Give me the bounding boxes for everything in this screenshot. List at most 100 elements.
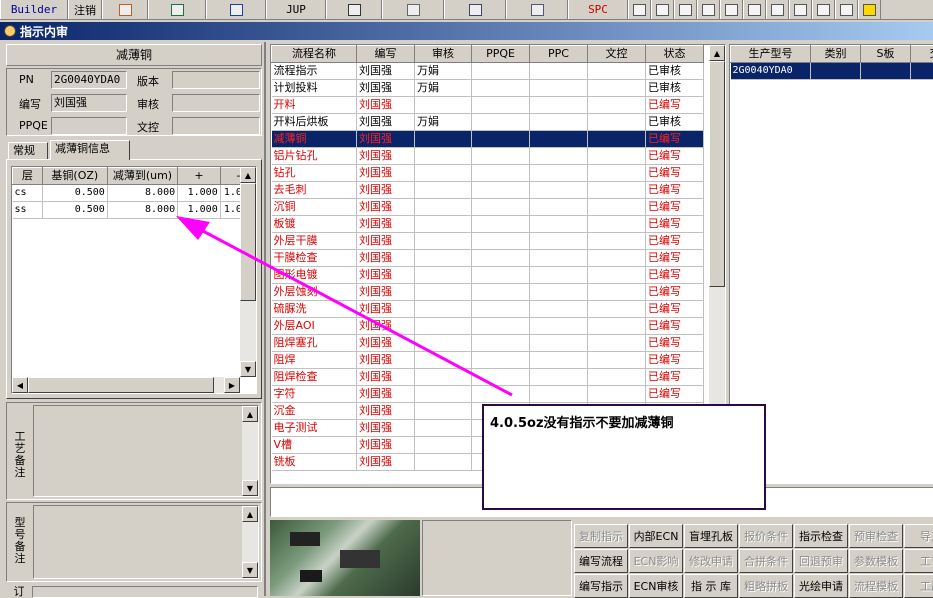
thin-col-header[interactable]: 基铜(OZ) — [42, 168, 107, 185]
flow-cell-review[interactable] — [415, 131, 472, 148]
flow-cell-ppqe[interactable] — [472, 301, 530, 318]
table-row[interactable]: 钻孔刘国强已编写 — [272, 165, 704, 182]
flow-cell-status[interactable]: 已编写 — [646, 182, 704, 199]
flow-cell-ppc[interactable] — [530, 63, 588, 80]
thin-grid-hscroll[interactable]: ◀ ▶ — [12, 377, 240, 393]
flow-cell-author[interactable]: 刘国强 — [357, 267, 415, 284]
flow-cell-name[interactable]: 计划投料 — [272, 80, 357, 97]
table-cell[interactable]: 8.000 — [107, 202, 177, 219]
flow-cell-status[interactable]: 已编写 — [646, 352, 704, 369]
cut-icon[interactable] — [697, 0, 720, 19]
action-button[interactable]: 回退预审 — [794, 549, 848, 573]
toolbar-button-6[interactable] — [326, 0, 382, 19]
control-field[interactable] — [172, 117, 260, 135]
ie-icon[interactable] — [651, 0, 674, 19]
scroll-up-icon[interactable]: ▲ — [242, 506, 258, 522]
table-row[interactable]: 外层AOI刘国强已编写 — [272, 318, 704, 335]
action-button[interactable]: 预审检查 — [849, 524, 903, 548]
flow-cell-control[interactable] — [588, 233, 646, 250]
scroll-down-icon[interactable]: ▼ — [242, 480, 258, 496]
model-col-header[interactable]: S板 — [861, 46, 911, 63]
flow-cell-review[interactable] — [415, 437, 472, 454]
action-button[interactable]: 粗略拼板 — [739, 574, 793, 598]
table-cell[interactable]: 8.000 — [107, 185, 177, 202]
action-button[interactable]: 内部ECN — [629, 524, 683, 548]
flow-cell-status[interactable]: 已编写 — [646, 386, 704, 403]
toolbar-button-1[interactable]: 注销 — [68, 0, 102, 19]
flow-col-header[interactable]: 审核 — [415, 46, 472, 63]
flow-cell-status[interactable]: 已审核 — [646, 80, 704, 97]
scroll-left-icon[interactable]: ◀ — [12, 377, 28, 393]
action-button[interactable]: ECN影响 — [629, 549, 683, 573]
flow-cell-ppqe[interactable] — [472, 131, 530, 148]
flow-cell-name[interactable]: 硫脲洗 — [272, 301, 357, 318]
flow-cell-review[interactable] — [415, 250, 472, 267]
toolbar-button-2[interactable] — [102, 0, 148, 19]
action-button[interactable]: 合拼条件 — [739, 549, 793, 573]
action-button[interactable]: 指示检查 — [794, 524, 848, 548]
flow-cell-ppc[interactable] — [530, 80, 588, 97]
action-button[interactable]: 报价条件 — [739, 524, 793, 548]
table-cell[interactable]: ss — [13, 202, 43, 219]
table-row[interactable]: 计划投料刘国强万娟已审核 — [272, 80, 704, 97]
flow-col-header[interactable]: PPQE — [472, 46, 530, 63]
tab-general[interactable]: 常规 — [8, 142, 48, 160]
table-row[interactable]: 铝片钻孔刘国强已编写 — [272, 148, 704, 165]
action-button[interactable]: 复制指示 — [574, 524, 628, 548]
flow-cell-author[interactable]: 刘国强 — [357, 250, 415, 267]
flow-cell-review[interactable] — [415, 233, 472, 250]
table-row[interactable]: 开料后烘板刘国强万娟已审核 — [272, 114, 704, 131]
flow-cell-ppqe[interactable] — [472, 369, 530, 386]
flow-cell-ppqe[interactable] — [472, 114, 530, 131]
model-note-scroll[interactable]: ▲ ▼ — [242, 506, 258, 578]
flow-cell-control[interactable] — [588, 284, 646, 301]
toolbar-button-3[interactable] — [148, 0, 206, 19]
flow-cell-control[interactable] — [588, 216, 646, 233]
toolbar-button-7[interactable] — [382, 0, 444, 19]
flow-cell-name[interactable]: 铝片钻孔 — [272, 148, 357, 165]
table-row[interactable]: cs0.5008.0001.0001.000 — [13, 185, 257, 202]
pn-field[interactable]: 2G0040YDA0 — [51, 71, 127, 89]
table-row[interactable]: 字符刘国强已编写 — [272, 386, 704, 403]
table-row[interactable]: 流程指示刘国强万娟已审核 — [272, 63, 704, 80]
flow-cell-ppc[interactable] — [530, 267, 588, 284]
flow-cell-review[interactable] — [415, 148, 472, 165]
copy-icon[interactable] — [789, 0, 812, 19]
flow-cell-status[interactable]: 已审核 — [646, 114, 704, 131]
flow-cell-control[interactable] — [588, 165, 646, 182]
table-row[interactable]: 阻焊检查刘国强已编写 — [272, 369, 704, 386]
flow-cell-author[interactable]: 刘国强 — [357, 216, 415, 233]
action-button[interactable]: 流程模板 — [849, 574, 903, 598]
save-icon[interactable] — [743, 0, 766, 19]
flow-cell-control[interactable] — [588, 97, 646, 114]
delete-icon[interactable] — [720, 0, 743, 19]
flow-cell-ppc[interactable] — [530, 301, 588, 318]
flow-cell-control[interactable] — [588, 352, 646, 369]
flow-cell-control[interactable] — [588, 267, 646, 284]
table-cell[interactable]: cs — [13, 185, 43, 202]
flow-cell-ppqe[interactable] — [472, 216, 530, 233]
flow-cell-review[interactable] — [415, 454, 472, 471]
flow-cell-control[interactable] — [588, 114, 646, 131]
flow-cell-review[interactable]: 万娟 — [415, 80, 472, 97]
flow-cell-review[interactable] — [415, 386, 472, 403]
flow-cell-author[interactable]: 刘国强 — [357, 199, 415, 216]
flow-cell-author[interactable]: 刘国强 — [357, 386, 415, 403]
flow-cell-name[interactable]: 沉金 — [272, 403, 357, 420]
flow-cell-ppqe[interactable] — [472, 165, 530, 182]
flow-cell-review[interactable] — [415, 301, 472, 318]
flow-cell-author[interactable]: 刘国强 — [357, 148, 415, 165]
model-col-header[interactable]: 交货 — [911, 46, 933, 63]
flow-cell-status[interactable]: 已编写 — [646, 335, 704, 352]
flow-cell-control[interactable] — [588, 131, 646, 148]
flow-cell-ppc[interactable] — [530, 182, 588, 199]
flow-col-header[interactable]: PPC — [530, 46, 588, 63]
flow-cell-ppqe[interactable] — [472, 97, 530, 114]
flow-cell-ppqe[interactable] — [472, 233, 530, 250]
action-button[interactable]: 参数模板 — [849, 549, 903, 573]
flow-cell-name[interactable]: 外层AOI — [272, 318, 357, 335]
flow-cell-review[interactable] — [415, 352, 472, 369]
flow-cell-review[interactable] — [415, 335, 472, 352]
flow-cell-author[interactable]: 刘国强 — [357, 233, 415, 250]
flow-cell-status[interactable]: 已编写 — [646, 97, 704, 114]
